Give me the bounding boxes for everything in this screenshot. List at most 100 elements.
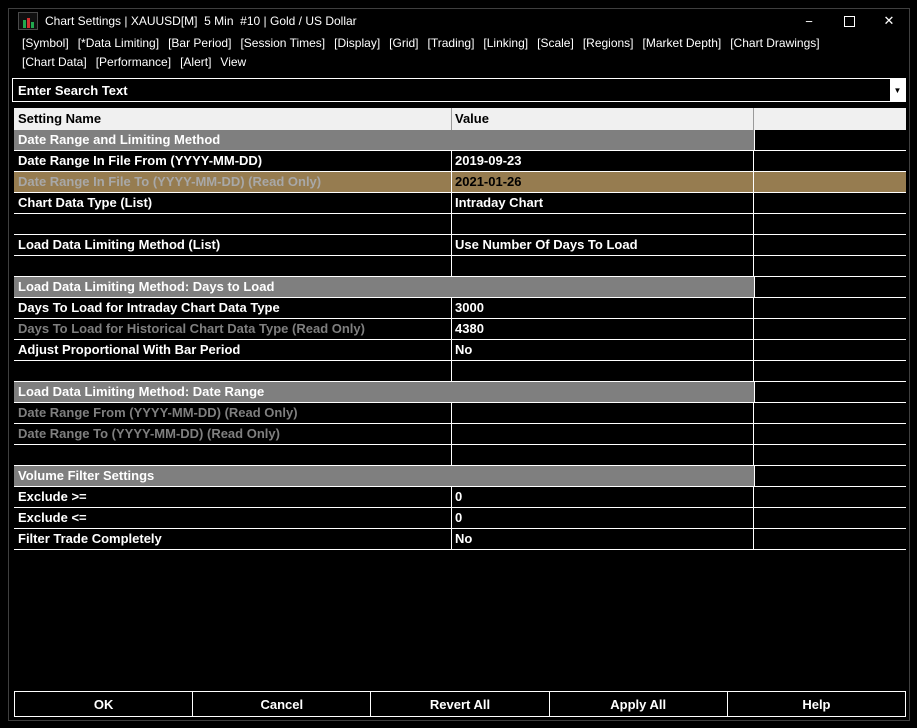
dialog-buttons: OK Cancel Revert All Apply All Help — [14, 691, 906, 717]
setting-name-cell[interactable]: Days To Load for Intraday Chart Data Typ… — [14, 298, 452, 318]
menu-bar-row-2: [Chart Data] [Performance] [Alert] View — [9, 52, 909, 71]
setting-row-date-range-in-file-to-yyyy-mm-dd-read-only[interactable]: Date Range In File To (YYYY-MM-DD) (Read… — [14, 172, 906, 193]
menu-tab-bar-period[interactable]: [Bar Period] — [168, 36, 231, 50]
table-body: Date Range and Limiting Method Date Range… — [14, 130, 906, 550]
menu-tab-grid[interactable]: [Grid] — [389, 36, 418, 50]
titlebar[interactable]: Chart Settings | XAUUSD[M] 5 Min #10 | G… — [9, 9, 909, 33]
section-header-row-volume-filter-settings: Volume Filter Settings — [14, 466, 906, 487]
row-extra-cell — [755, 382, 906, 402]
menu-tab-performance[interactable]: [Performance] — [96, 55, 171, 69]
spacer-row — [14, 214, 906, 235]
setting-name-cell[interactable]: Chart Data Type (List) — [14, 193, 452, 213]
spacer-cell — [452, 214, 754, 234]
search-combobox[interactable]: Enter Search Text ▼ — [12, 78, 906, 102]
section-title: Load Data Limiting Method: Days to Load — [14, 277, 755, 297]
setting-row-date-range-in-file-from-yyyy-mm-dd[interactable]: Date Range In File From (YYYY-MM-DD) 2019… — [14, 151, 906, 172]
setting-name-cell[interactable]: Date Range To (YYYY-MM-DD) (Read Only) — [14, 424, 452, 444]
setting-row-filter-trade-completely[interactable]: Filter Trade Completely No — [14, 529, 906, 550]
menu-tab-display[interactable]: [Display] — [334, 36, 380, 50]
column-header-setting-name[interactable]: Setting Name — [14, 108, 452, 130]
menu-tab-chart-drawings[interactable]: [Chart Drawings] — [730, 36, 819, 50]
setting-value-cell[interactable]: 2019-09-23 — [452, 151, 754, 171]
setting-row-exclude[interactable]: Exclude <= 0 — [14, 508, 906, 529]
setting-name-cell[interactable]: Filter Trade Completely — [14, 529, 452, 549]
chart-icon — [18, 12, 38, 30]
close-button[interactable]: ✕ — [869, 9, 909, 33]
spacer-cell — [14, 214, 452, 234]
ok-button[interactable]: OK — [15, 692, 194, 716]
section-header-row-load-data-limiting-method-date-range: Load Data Limiting Method: Date Range — [14, 382, 906, 403]
section-header-row-load-data-limiting-method-days-to-load: Load Data Limiting Method: Days to Load — [14, 277, 906, 298]
spacer-cell — [14, 361, 452, 381]
menu-tab-chart-data[interactable]: [Chart Data] — [22, 55, 87, 69]
setting-value-cell[interactable]: 2021-01-26 — [452, 172, 754, 192]
setting-name-cell[interactable]: Exclude <= — [14, 508, 452, 528]
menu-tab-data-limiting[interactable]: [*Data Limiting] — [78, 36, 159, 50]
setting-name-cell[interactable]: Adjust Proportional With Bar Period — [14, 340, 452, 360]
empty-area — [9, 550, 909, 691]
setting-row-date-range-from-yyyy-mm-dd-read-only[interactable]: Date Range From (YYYY-MM-DD) (Read Only) — [14, 403, 906, 424]
menu-tab-regions[interactable]: [Regions] — [583, 36, 634, 50]
setting-value-cell[interactable]: Intraday Chart — [452, 193, 754, 213]
setting-value-cell[interactable] — [452, 403, 754, 423]
setting-name-cell[interactable]: Date Range From (YYYY-MM-DD) (Read Only) — [14, 403, 452, 423]
setting-name-cell[interactable]: Date Range In File To (YYYY-MM-DD) (Read… — [14, 172, 452, 192]
setting-value-cell[interactable]: 0 — [452, 487, 754, 507]
setting-name-cell[interactable]: Exclude >= — [14, 487, 452, 507]
menu-tab-view[interactable]: View — [220, 55, 246, 69]
setting-value-cell[interactable]: 0 — [452, 508, 754, 528]
section-title: Date Range and Limiting Method — [14, 130, 755, 150]
menu-bar-row-1: [Symbol] [*Data Limiting] [Bar Period] [Ses… — [9, 33, 909, 52]
minimize-button[interactable]: − — [789, 9, 829, 33]
setting-row-exclude[interactable]: Exclude >= 0 — [14, 487, 906, 508]
setting-value-cell[interactable]: 3000 — [452, 298, 754, 318]
menu-tab-symbol[interactable]: [Symbol] — [22, 36, 69, 50]
dropdown-arrow-icon[interactable]: ▼ — [890, 79, 905, 101]
section-title: Load Data Limiting Method: Date Range — [14, 382, 755, 402]
column-header-value[interactable]: Value — [452, 108, 754, 130]
setting-value-cell[interactable]: 4380 — [452, 319, 754, 339]
column-header-extra — [754, 108, 906, 130]
row-extra-cell — [754, 487, 906, 507]
row-extra-cell — [755, 130, 906, 150]
spacer-cell — [452, 445, 754, 465]
setting-row-load-data-limiting-method-list[interactable]: Load Data Limiting Method (List) Use Numb… — [14, 235, 906, 256]
row-extra-cell — [754, 403, 906, 423]
setting-value-cell[interactable] — [452, 424, 754, 444]
setting-row-chart-data-type-list[interactable]: Chart Data Type (List) Intraday Chart — [14, 193, 906, 214]
setting-row-days-to-load-for-intraday-chart-data-type[interactable]: Days To Load for Intraday Chart Data Typ… — [14, 298, 906, 319]
setting-value-cell[interactable]: No — [452, 340, 754, 360]
row-extra-cell — [754, 193, 906, 213]
revert-all-button[interactable]: Revert All — [371, 692, 550, 716]
menu-tab-linking[interactable]: [Linking] — [483, 36, 528, 50]
setting-row-date-range-to-yyyy-mm-dd-read-only[interactable]: Date Range To (YYYY-MM-DD) (Read Only) — [14, 424, 906, 445]
menu-tab-session-times[interactable]: [Session Times] — [240, 36, 325, 50]
apply-all-button[interactable]: Apply All — [549, 692, 728, 716]
setting-row-adjust-proportional-with-bar-period[interactable]: Adjust Proportional With Bar Period No — [14, 340, 906, 361]
menu-tab-market-depth[interactable]: [Market Depth] — [643, 36, 722, 50]
section-title: Volume Filter Settings — [14, 466, 755, 486]
row-extra-cell — [755, 466, 906, 486]
row-extra-cell — [754, 424, 906, 444]
help-button[interactable]: Help — [727, 692, 906, 716]
search-input[interactable]: Enter Search Text — [13, 83, 890, 98]
cancel-button[interactable]: Cancel — [193, 692, 372, 716]
maximize-button[interactable] — [829, 9, 869, 33]
setting-row-days-to-load-for-historical-chart-data-type-read-only[interactable]: Days To Load for Historical Chart Data T… — [14, 319, 906, 340]
spacer-row — [14, 256, 906, 277]
menu-tab-trading[interactable]: [Trading] — [428, 36, 475, 50]
spacer-row — [14, 445, 906, 466]
window-controls: − ✕ — [789, 9, 909, 33]
row-extra-cell — [754, 319, 906, 339]
setting-name-cell[interactable]: Date Range In File From (YYYY-MM-DD) — [14, 151, 452, 171]
setting-value-cell[interactable]: Use Number Of Days To Load — [452, 235, 754, 255]
menu-tab-scale[interactable]: [Scale] — [537, 36, 574, 50]
setting-name-cell[interactable]: Days To Load for Historical Chart Data T… — [14, 319, 452, 339]
menu-tab-alert[interactable]: [Alert] — [180, 55, 211, 69]
settings-table: Setting Name Value Date Range and Limiti… — [14, 108, 906, 550]
setting-value-cell[interactable]: No — [452, 529, 754, 549]
row-extra-cell — [754, 508, 906, 528]
row-extra-cell — [754, 298, 906, 318]
setting-name-cell[interactable]: Load Data Limiting Method (List) — [14, 235, 452, 255]
spacer-cell — [452, 361, 754, 381]
